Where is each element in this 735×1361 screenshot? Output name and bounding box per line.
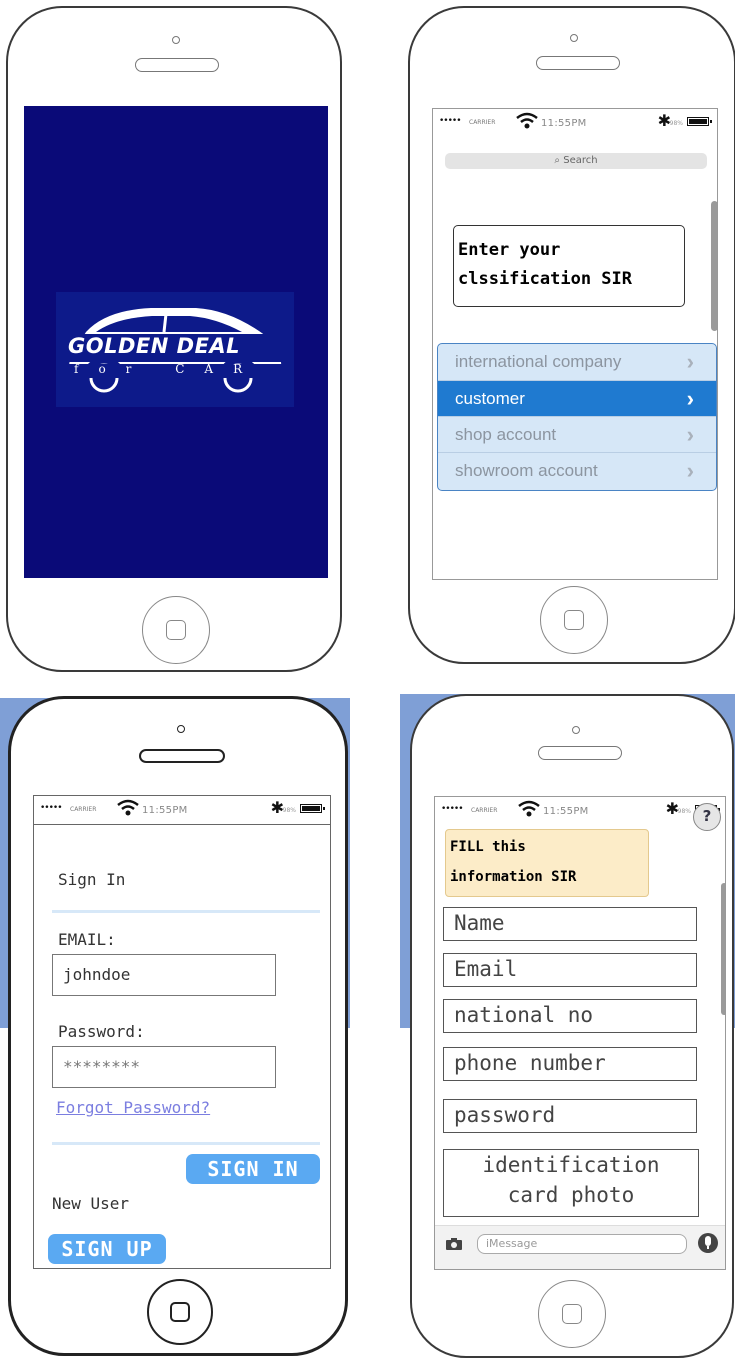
forgot-password-link[interactable]: Forgot Password? xyxy=(56,1098,210,1117)
time-label: 11:55PM xyxy=(541,118,587,129)
chevron-right-icon: › xyxy=(686,386,694,411)
search-bar[interactable]: ⌕ Search xyxy=(445,153,707,169)
chevron-right-icon: › xyxy=(686,349,694,374)
signal-icon: ••••• xyxy=(441,804,464,814)
camera-icon[interactable] xyxy=(445,1236,463,1255)
camera-dot xyxy=(572,726,580,734)
phone-number-field[interactable]: phone number xyxy=(443,1047,697,1081)
phone-signin: ••••• CARRIER 11:55PM ✱ 98% Sign In EMAI… xyxy=(8,696,348,1356)
password-field[interactable]: password xyxy=(443,1099,697,1133)
signin-screen: ••••• CARRIER 11:55PM ✱ 98% Sign In EMAI… xyxy=(33,795,331,1269)
wifi-icon xyxy=(517,800,541,822)
logo-title: GOLDEN DEAL xyxy=(68,334,241,358)
time-label: 11:55PM xyxy=(142,805,188,816)
scrollbar[interactable] xyxy=(711,201,717,331)
list-item-international-company[interactable]: international company › xyxy=(438,344,716,380)
classification-screen: ••••• CARRIER 11:55PM ✱ 98% ⌕ Search Ent… xyxy=(432,108,718,580)
signin-button[interactable]: SIGN IN xyxy=(186,1154,320,1184)
phone-splash: GOLDEN DEAL for CAR xyxy=(6,6,342,672)
email-label: EMAIL: xyxy=(58,930,116,949)
email-field[interactable]: Email xyxy=(443,953,697,987)
classification-prompt: Enter your clssification SIR xyxy=(453,225,685,307)
chevron-right-icon: › xyxy=(686,422,694,447)
camera-dot xyxy=(177,725,185,733)
search-icon: ⌕ xyxy=(554,155,561,166)
home-square-icon xyxy=(562,1304,582,1324)
signin-title: Sign In xyxy=(58,870,126,889)
phone-register: ••••• CARRIER 11:55PM ✱ 98% FILL this in… xyxy=(410,694,734,1358)
register-screen: ••••• CARRIER 11:55PM ✱ 98% FILL this in… xyxy=(434,796,726,1270)
logo-subtitle: for CAR xyxy=(74,362,263,376)
email-field[interactable]: johndoe xyxy=(52,954,276,996)
scrollbar[interactable] xyxy=(721,883,725,1015)
password-label: Password: xyxy=(58,1022,145,1041)
earpiece xyxy=(139,749,225,763)
home-square-icon xyxy=(166,620,186,640)
time-label: 11:55PM xyxy=(543,806,589,817)
list-item-showroom-account[interactable]: showroom account › xyxy=(438,452,716,488)
battery-percent: 98% xyxy=(669,120,683,127)
carrier-label: CARRIER xyxy=(469,119,496,126)
divider xyxy=(52,1142,320,1145)
home-square-icon xyxy=(170,1302,190,1322)
status-bar: ••••• CARRIER 11:55PM ✱ 98% xyxy=(435,797,725,823)
chevron-right-icon: › xyxy=(686,458,694,483)
classification-list: international company › customer › shop … xyxy=(437,343,717,491)
splash-screen: GOLDEN DEAL for CAR xyxy=(24,106,328,578)
new-user-label: New User xyxy=(52,1194,130,1213)
imessage-input[interactable]: iMessage xyxy=(477,1234,687,1254)
status-bar: ••••• CARRIER 11:55PM ✱ 98% xyxy=(34,796,330,825)
camera-dot xyxy=(172,36,180,44)
status-bar: ••••• CARRIER 11:55PM ✱ 98% xyxy=(433,109,717,135)
fill-info-note: FILL this information SIR xyxy=(445,829,649,897)
carrier-label: CARRIER xyxy=(471,807,498,814)
help-icon[interactable]: ? xyxy=(693,803,721,831)
earpiece xyxy=(538,746,622,760)
battery-percent: 98% xyxy=(677,808,691,815)
divider xyxy=(52,910,320,913)
home-square-icon xyxy=(564,610,584,630)
microphone-icon[interactable] xyxy=(697,1232,719,1258)
signal-icon: ••••• xyxy=(439,116,462,126)
national-no-field[interactable]: national no xyxy=(443,999,697,1033)
phone-classification: ••••• CARRIER 11:55PM ✱ 98% ⌕ Search Ent… xyxy=(408,6,735,664)
logo-panel: GOLDEN DEAL for CAR xyxy=(56,292,294,407)
earpiece xyxy=(135,58,219,72)
id-card-photo-field[interactable]: identification card photo xyxy=(443,1149,699,1217)
list-item-customer[interactable]: customer › xyxy=(438,380,716,416)
name-field[interactable]: Name xyxy=(443,907,697,941)
camera-dot xyxy=(570,34,578,42)
battery-icon xyxy=(300,804,325,813)
wifi-icon xyxy=(116,799,140,821)
message-bar: iMessage xyxy=(435,1225,725,1269)
earpiece xyxy=(536,56,620,70)
list-item-shop-account[interactable]: shop account › xyxy=(438,416,716,452)
battery-icon xyxy=(687,117,712,126)
password-field[interactable]: ******** xyxy=(52,1046,276,1088)
signup-button[interactable]: SIGN UP xyxy=(48,1234,166,1264)
battery-percent: 98% xyxy=(282,807,296,814)
wifi-icon xyxy=(515,112,539,134)
search-placeholder: Search xyxy=(563,155,598,166)
carrier-label: CARRIER xyxy=(70,806,97,813)
signal-icon: ••••• xyxy=(40,803,63,813)
